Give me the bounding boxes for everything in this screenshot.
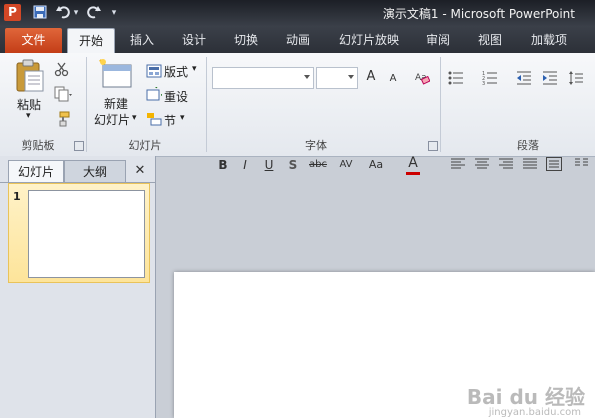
group-divider xyxy=(206,57,207,152)
bold-button[interactable]: B xyxy=(214,156,232,174)
numbering-icon[interactable]: 123 xyxy=(482,70,498,87)
character-spacing-button[interactable]: AV xyxy=(334,156,358,174)
ribbon-tab-row: 文件 开始 插入 设计 切换 动画 幻灯片放映 审阅 视图 加载项 xyxy=(0,26,595,54)
bullets-icon[interactable] xyxy=(448,70,464,86)
strikethrough-button[interactable]: abc xyxy=(306,156,330,174)
redo-icon[interactable] xyxy=(86,5,102,21)
layout-dropdown-icon[interactable]: ▾ xyxy=(192,64,197,74)
slide-thumbnail[interactable] xyxy=(28,190,145,278)
tab-animations[interactable]: 动画 xyxy=(278,28,318,53)
tab-addins[interactable]: 加载项 xyxy=(524,28,574,53)
layout-icon[interactable] xyxy=(146,63,162,79)
new-slide-icon[interactable] xyxy=(99,59,133,91)
group-label-clipboard: 剪贴板 xyxy=(21,139,55,152)
align-right-icon[interactable] xyxy=(498,156,514,172)
align-left-icon[interactable] xyxy=(450,156,466,172)
justify-icon[interactable] xyxy=(522,156,538,172)
align-center-icon[interactable] xyxy=(474,156,490,172)
group-label-paragraph: 段落 xyxy=(517,139,539,152)
font-color-swatch xyxy=(406,172,420,175)
tab-slides-panel[interactable]: 幻灯片 xyxy=(8,160,64,183)
group-divider xyxy=(86,57,87,152)
tab-home[interactable]: 开始 xyxy=(67,28,115,54)
slide-thumbnail-selected[interactable]: 1 xyxy=(8,183,150,283)
tab-slideshow[interactable]: 幻灯片放映 xyxy=(333,28,405,53)
font-name-combo[interactable] xyxy=(212,67,314,89)
slide-number: 1 xyxy=(13,190,21,203)
close-panel-icon[interactable]: ✕ xyxy=(132,162,148,180)
undo-icon[interactable] xyxy=(55,5,71,21)
section-button-label[interactable]: 节 xyxy=(164,112,176,129)
baidu-watermark: Bai du 经验 xyxy=(466,385,585,409)
baidu-watermark-url: jingyan.baidu.com xyxy=(488,407,581,418)
slide-editing-canvas[interactable]: Bai du 经验 jingyan.baidu.com xyxy=(174,272,595,418)
group-label-font: 字体 xyxy=(305,139,327,152)
tab-review[interactable]: 审阅 xyxy=(418,28,458,53)
save-icon[interactable] xyxy=(32,5,48,21)
paste-dropdown-icon[interactable]: ▾ xyxy=(26,111,31,121)
window-title: 演示文稿1 - Microsoft PowerPoint xyxy=(382,7,575,21)
ribbon: 粘贴 ▾ 剪贴板 新建 幻灯片 ▾ 版式 ▾ 重设 节 ▾ 幻灯片 A A Aa… xyxy=(0,53,595,175)
copy-icon[interactable] xyxy=(54,86,72,102)
new-slide-dropdown-icon[interactable]: ▾ xyxy=(132,113,137,123)
reset-icon[interactable] xyxy=(146,84,167,103)
underline-button[interactable]: U xyxy=(260,156,278,174)
columns-icon[interactable] xyxy=(574,156,590,172)
line-spacing-icon[interactable] xyxy=(568,70,584,86)
group-divider xyxy=(440,57,441,152)
section-dropdown-icon[interactable]: ▾ xyxy=(180,113,185,123)
layout-button-label[interactable]: 版式 xyxy=(164,63,188,80)
undo-dropdown-icon[interactable]: ▾ xyxy=(72,5,80,21)
new-slide-label-1[interactable]: 新建 xyxy=(104,95,128,112)
chevron-down-icon xyxy=(304,75,310,79)
customize-qat-icon[interactable]: ▾ xyxy=(108,5,120,21)
group-label-slides: 幻灯片 xyxy=(128,139,162,152)
grow-font-button[interactable]: A xyxy=(362,68,380,86)
font-launcher-icon[interactable] xyxy=(428,141,438,151)
tab-insert[interactable]: 插入 xyxy=(122,28,162,53)
clear-formatting-icon[interactable]: Aa xyxy=(414,69,431,85)
format-painter-icon[interactable] xyxy=(54,111,70,127)
title-bar: P ▾ ▾ 演示文稿1 - Microsoft PowerPoint xyxy=(0,0,595,26)
reset-button-label[interactable]: 重设 xyxy=(164,88,188,105)
shrink-font-button[interactable]: A xyxy=(384,70,402,88)
new-slide-label-2[interactable]: 幻灯片 xyxy=(94,111,130,128)
tab-outline-panel[interactable]: 大纲 xyxy=(64,160,126,183)
chevron-down-icon xyxy=(348,75,354,79)
increase-indent-icon[interactable] xyxy=(542,70,558,86)
powerpoint-app-icon[interactable]: P xyxy=(4,4,21,21)
italic-button[interactable]: I xyxy=(236,156,254,174)
change-case-button[interactable]: Aa xyxy=(364,156,388,174)
distributed-icon[interactable] xyxy=(546,156,562,172)
tab-transitions[interactable]: 切换 xyxy=(226,28,266,53)
tab-file[interactable]: 文件 xyxy=(5,28,62,53)
shadow-button[interactable]: S xyxy=(284,156,302,174)
tab-view[interactable]: 视图 xyxy=(470,28,510,53)
tab-design[interactable]: 设计 xyxy=(174,28,214,53)
clipboard-launcher-icon[interactable] xyxy=(74,141,84,151)
font-size-combo[interactable] xyxy=(316,67,358,89)
font-color-button[interactable]: A xyxy=(404,154,422,172)
decrease-indent-icon[interactable] xyxy=(516,70,532,86)
section-icon[interactable] xyxy=(146,111,162,127)
paste-icon[interactable] xyxy=(15,59,45,93)
svg-text:3: 3 xyxy=(482,81,485,86)
cut-icon[interactable] xyxy=(54,61,70,77)
